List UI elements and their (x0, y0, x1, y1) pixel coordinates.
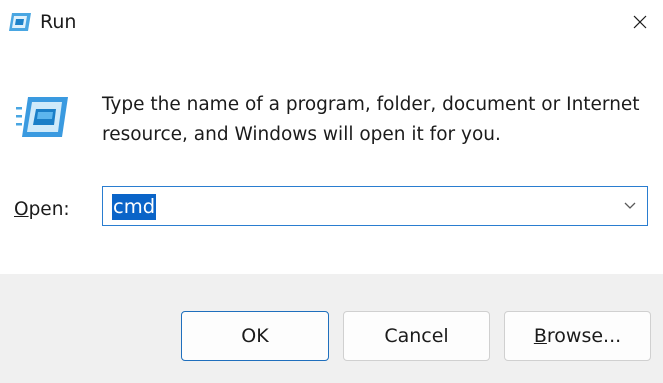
run-icon (16, 97, 68, 137)
ok-button[interactable]: OK (181, 311, 329, 361)
ok-button-label: OK (241, 325, 269, 347)
run-icon (9, 13, 31, 31)
window-title: Run (40, 11, 77, 33)
cancel-button-label: Cancel (384, 325, 449, 347)
open-input[interactable]: cmd (112, 194, 157, 220)
open-label-text: pen: (28, 199, 70, 220)
open-label: Open: (14, 197, 70, 223)
close-button[interactable] (617, 0, 663, 44)
description-text: Type the name of a program, folder, docu… (102, 94, 640, 145)
close-icon (633, 15, 647, 29)
chevron-down-icon[interactable] (623, 200, 637, 212)
browse-button-label: rowse... (546, 325, 622, 347)
cancel-button[interactable]: Cancel (343, 311, 490, 361)
browse-button[interactable]: Browse... (504, 311, 651, 361)
browse-button-mnemonic: B (533, 325, 547, 347)
open-label-mnemonic: O (14, 199, 29, 220)
open-combobox[interactable]: cmd (102, 186, 648, 226)
title-bar[interactable]: Run (0, 0, 663, 46)
